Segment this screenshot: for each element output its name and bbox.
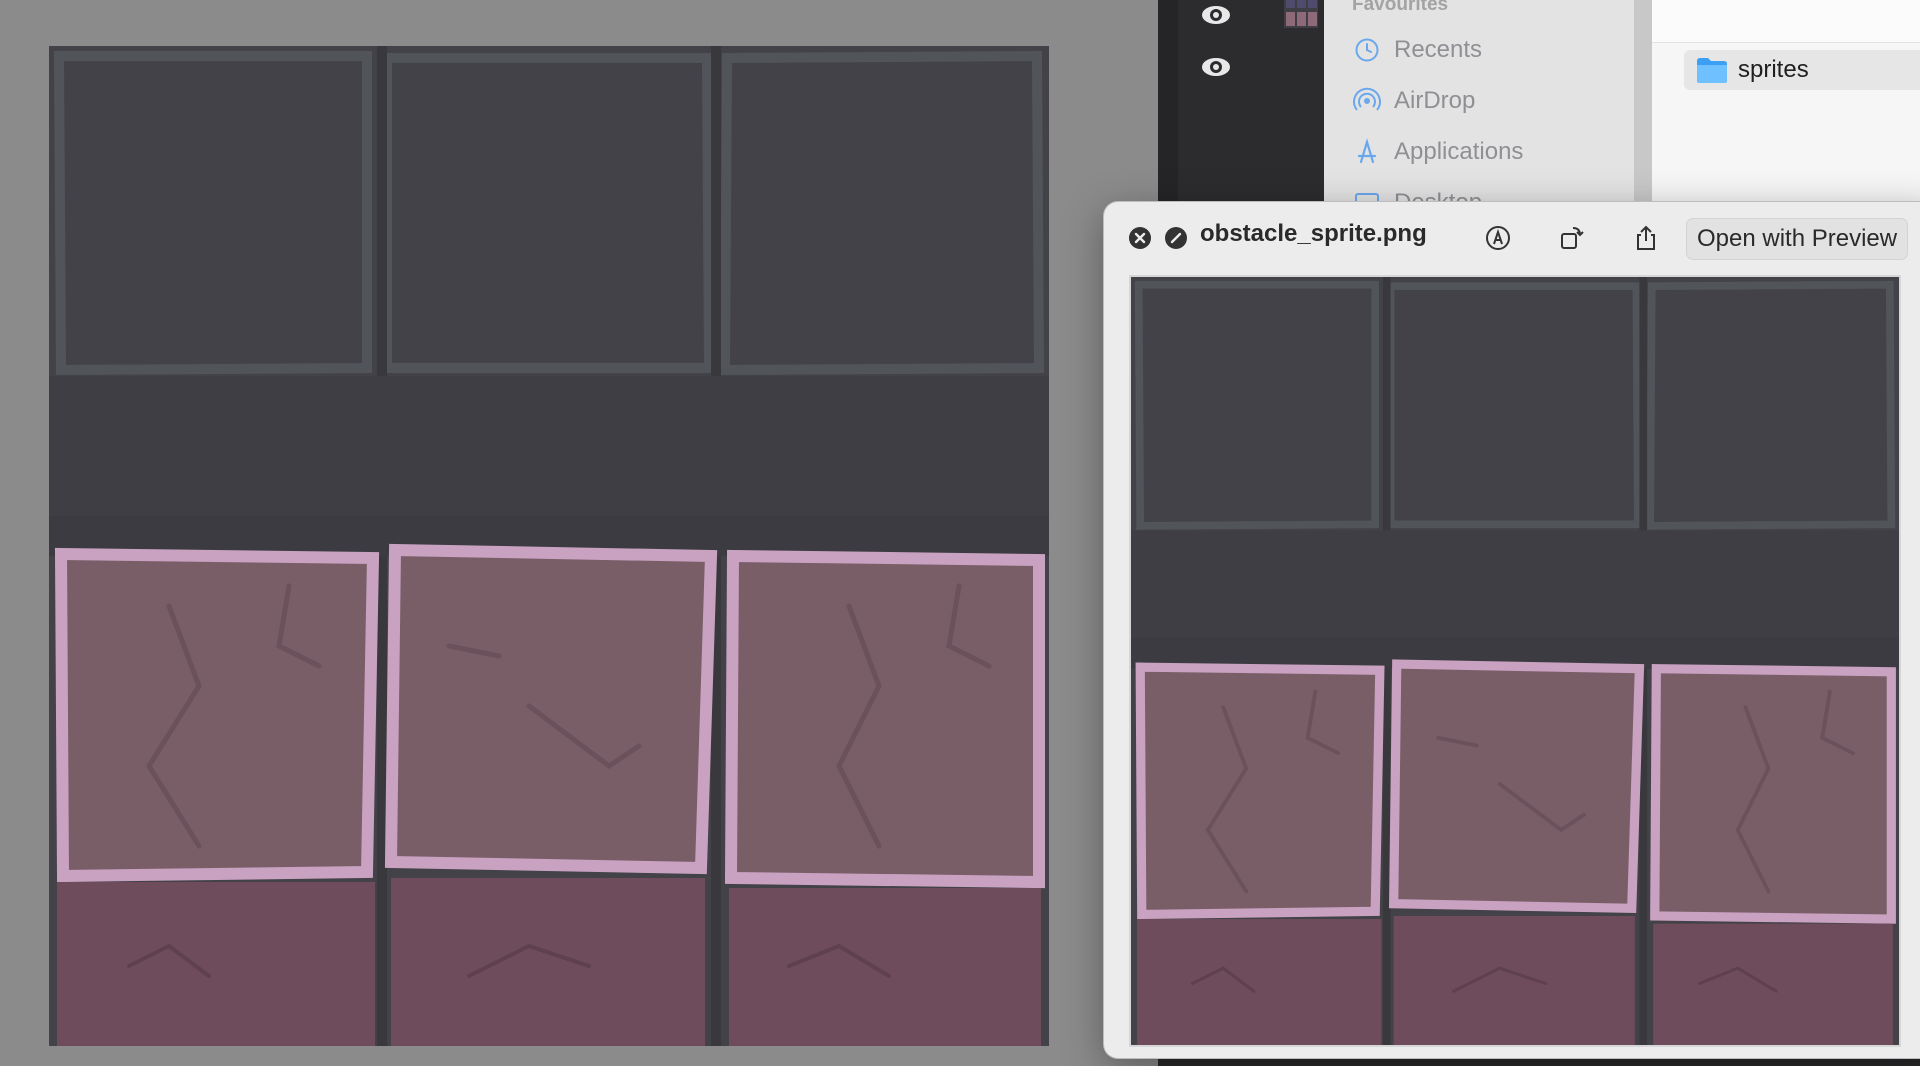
share-icon[interactable] bbox=[1630, 222, 1662, 254]
favourites-title: Favourites bbox=[1352, 0, 1449, 15]
layer-row-2[interactable] bbox=[1198, 52, 1352, 92]
eye-icon[interactable] bbox=[1198, 52, 1234, 88]
finder-sidebar: Favourites Recents AirDrop Applications bbox=[1324, 0, 1634, 216]
layer-thumbnail[interactable] bbox=[1284, 0, 1318, 28]
finder-content: sprites bbox=[1652, 0, 1920, 205]
sidebar-item-recents[interactable]: Recents bbox=[1352, 30, 1482, 70]
clock-icon bbox=[1352, 35, 1382, 65]
close-icon[interactable] bbox=[1124, 222, 1156, 254]
quicklook-toolbar: obstacle_sprite.png Open with Preview bbox=[1104, 202, 1920, 272]
sidebar-item-applications[interactable]: Applications bbox=[1352, 132, 1523, 172]
sidebar-item-label: Applications bbox=[1394, 138, 1524, 165]
eye-icon[interactable] bbox=[1198, 0, 1234, 36]
sidebar-item-label: Recents bbox=[1394, 36, 1483, 63]
quicklook-filename: obstacle_sprite.png bbox=[1200, 220, 1427, 247]
fullscreen-icon[interactable] bbox=[1160, 222, 1192, 254]
markup-icon[interactable] bbox=[1482, 222, 1514, 254]
quicklook-window: obstacle_sprite.png Open with Preview bbox=[1104, 202, 1920, 1058]
quicklook-preview-image bbox=[1129, 275, 1901, 1047]
folder-label: sprites bbox=[1738, 56, 1809, 83]
layer-row-1[interactable] bbox=[1198, 0, 1352, 40]
folder-item-sprites[interactable]: sprites bbox=[1684, 50, 1920, 90]
finder-column-header bbox=[1652, 0, 1920, 43]
airdrop-icon bbox=[1352, 86, 1382, 116]
open-with-preview-button[interactable]: Open with Preview bbox=[1686, 218, 1909, 260]
sidebar-item-label: AirDrop bbox=[1394, 87, 1476, 114]
folder-icon bbox=[1697, 58, 1727, 83]
sidebar-scrollbar[interactable] bbox=[1634, 0, 1652, 205]
editor-canvas-area bbox=[0, 0, 1158, 1066]
applications-icon bbox=[1352, 137, 1382, 167]
sprite-preview bbox=[1131, 277, 1899, 1045]
rotate-icon[interactable] bbox=[1556, 222, 1588, 254]
sidebar-item-airdrop[interactable]: AirDrop bbox=[1352, 81, 1475, 121]
sprite-sheet-canvas[interactable] bbox=[49, 46, 1049, 1046]
